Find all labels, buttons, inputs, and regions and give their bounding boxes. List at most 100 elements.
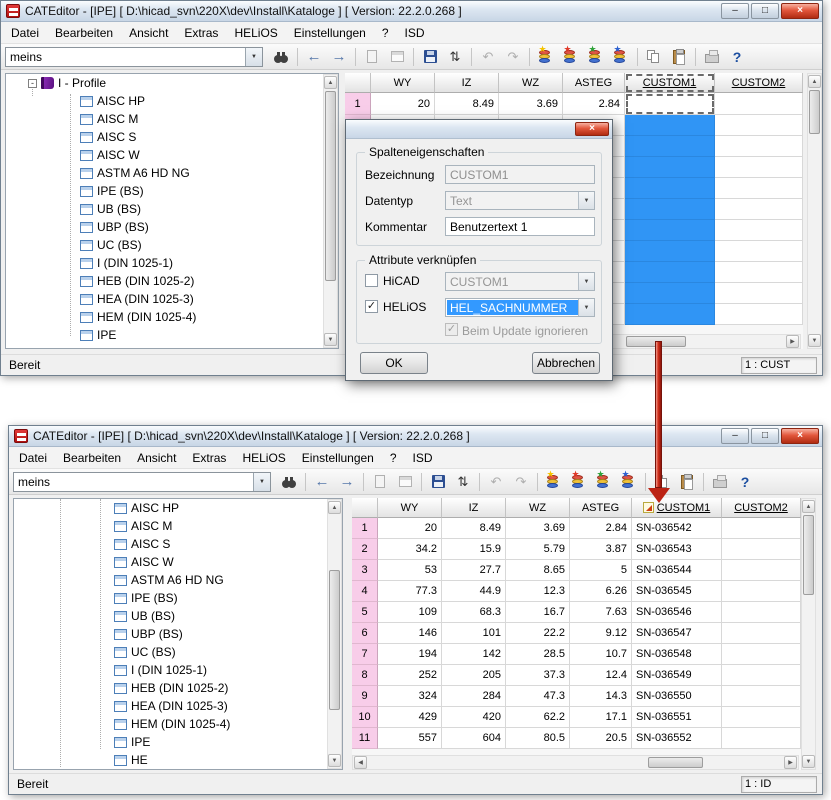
menu-bearbeiten[interactable]: Bearbeiten [47,23,121,43]
col-header-wy[interactable]: WY [371,73,435,93]
undo-icon[interactable]: ↶ [477,47,499,67]
row-header[interactable]: 7 [352,644,378,665]
table-cell[interactable]: 205 [442,665,506,686]
table-cell[interactable]: 12.3 [506,581,570,602]
table-cell[interactable]: 5 [570,560,632,581]
scroll-down-button[interactable]: ▼ [802,755,815,768]
help-icon[interactable]: ? [734,472,756,492]
table-cell[interactable]: 324 [378,686,442,707]
save-icon[interactable] [427,472,449,492]
table-cell[interactable]: 47.3 [506,686,570,707]
table-cell[interactable]: 80.5 [506,728,570,749]
corner-header[interactable] [352,498,378,518]
back-icon[interactable]: ← [303,47,325,67]
redo-icon[interactable]: ↷ [502,47,524,67]
table-cell[interactable]: 142 [442,644,506,665]
table-cell[interactable]: 28.5 [506,644,570,665]
print-icon[interactable] [701,47,723,67]
table-cell[interactable]: 15.9 [442,539,506,560]
tree-item[interactable]: UB (BS) [14,607,342,625]
table-cell-custom1[interactable]: SN-036545 [632,581,722,602]
minimize-button[interactable]: – [721,3,749,19]
col-header-wz[interactable]: WZ [506,498,570,518]
sort-icon[interactable]: ⇅ [452,472,474,492]
table-cell[interactable]: 146 [378,623,442,644]
cancel-button[interactable]: Abbrechen [532,352,600,374]
table-cell-custom1[interactable]: SN-036548 [632,644,722,665]
scroll-right-button[interactable]: ▶ [784,756,797,769]
table-cell[interactable]: 37.3 [506,665,570,686]
tree-item[interactable]: IPE [6,326,338,344]
table-cell[interactable] [722,623,801,644]
table-cell[interactable]: 27.7 [442,560,506,581]
table-cell[interactable] [722,602,801,623]
add-catalog-icon[interactable]: ★ [535,47,557,67]
table-cell[interactable]: 101 [442,623,506,644]
table-cell[interactable] [715,262,803,283]
ok-button[interactable]: OK [360,352,428,374]
col-header-wy[interactable]: WY [378,498,442,518]
add-alias-icon[interactable]: ★ [585,47,607,67]
col-header-custom1[interactable]: CUSTOM1 [632,498,722,518]
table-cell-custom1[interactable]: SN-036549 [632,665,722,686]
table-cell-selected[interactable] [625,241,715,262]
table-cell[interactable] [722,518,801,539]
tree-item[interactable]: HEA (DIN 1025-3) [14,697,342,715]
row-header[interactable]: 5 [352,602,378,623]
tree-item[interactable]: UC (BS) [6,236,338,254]
tree-item[interactable]: AISC S [14,535,342,553]
tree-item[interactable]: HEM (DIN 1025-4) [14,715,342,733]
table-cell[interactable]: 6.26 [570,581,632,602]
table-cell[interactable] [715,241,803,262]
menu-helios[interactable]: HELiOS [234,448,293,468]
combo-dropdown-icon[interactable]: ▼ [578,299,594,316]
menu-einstellungen[interactable]: Einstellungen [286,23,374,43]
table-cell[interactable]: 20 [378,518,442,539]
table-cell-custom1[interactable]: SN-036544 [632,560,722,581]
sort-icon[interactable]: ⇅ [444,47,466,67]
help-icon[interactable]: ? [726,47,748,67]
tree-item[interactable]: HE [14,751,342,769]
table-cell[interactable]: 12.4 [570,665,632,686]
table-view-icon[interactable] [386,47,408,67]
table-cell-custom1-active[interactable] [625,93,715,115]
paste-icon[interactable] [676,472,698,492]
table-cell-custom1[interactable]: SN-036546 [632,602,722,623]
forward-icon[interactable]: → [336,472,358,492]
table-cell[interactable] [715,157,803,178]
table-cell[interactable]: 8.65 [506,560,570,581]
menu-bearbeiten[interactable]: Bearbeiten [55,448,129,468]
catalog-combo[interactable]: meins ▼ [13,472,271,492]
hicad-checkbox[interactable] [365,274,378,287]
table-cell[interactable]: 34.2 [378,539,442,560]
menu-isd[interactable]: ISD [405,448,441,468]
close-button[interactable]: × [781,428,819,444]
maximize-button[interactable]: □ [751,3,779,19]
table-view-icon[interactable] [394,472,416,492]
catalog-combo[interactable]: meins ▼ [5,47,263,67]
minimize-button[interactable]: – [721,428,749,444]
table-cell[interactable] [722,644,801,665]
table-cell[interactable]: 557 [378,728,442,749]
table-cell-selected[interactable] [625,304,715,325]
helios-attribute-combo[interactable]: HEL_SACHNUMMER ▼ [445,298,595,317]
tree-item[interactable]: IPE (BS) [14,589,342,607]
table-cell[interactable]: 62.2 [506,707,570,728]
scroll-right-button[interactable]: ▶ [786,335,799,348]
save-icon[interactable] [419,47,441,67]
tree-item[interactable]: HEM (DIN 1025-4) [6,308,338,326]
new-row-icon[interactable] [361,47,383,67]
find-icon[interactable] [278,472,300,492]
table-cell[interactable]: 14.3 [570,686,632,707]
tree-item[interactable]: AISC W [6,146,338,164]
tree-item[interactable]: AISC W [14,553,342,571]
table-cell[interactable] [722,728,801,749]
tree-item[interactable]: UB (BS) [6,200,338,218]
menu-extras[interactable]: Extras [184,448,234,468]
tree-item[interactable]: HEB (DIN 1025-2) [6,272,338,290]
scroll-up-button[interactable]: ▲ [808,75,821,88]
table-cell[interactable]: 3.87 [570,539,632,560]
table-cell[interactable]: 2.84 [570,518,632,539]
tree-item[interactable]: UBP (BS) [14,625,342,643]
table-cell[interactable]: 7.63 [570,602,632,623]
